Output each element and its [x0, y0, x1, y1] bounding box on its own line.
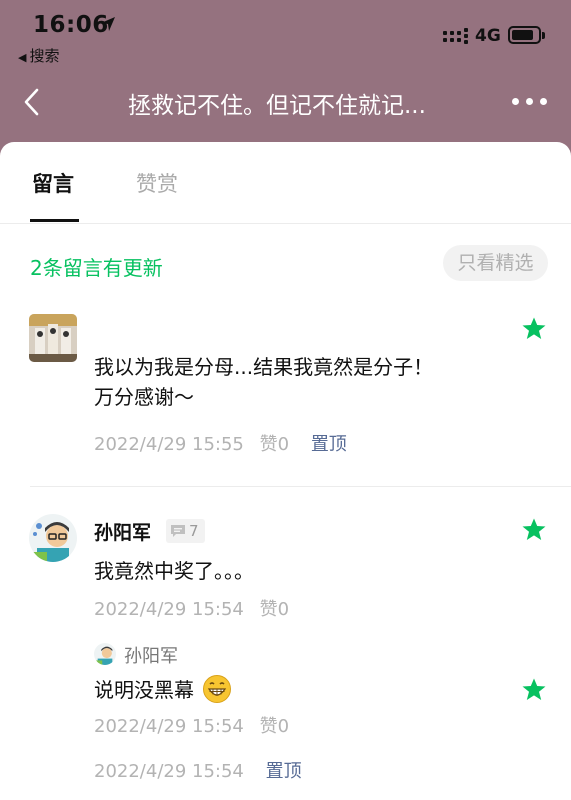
avatar-cartoon-icon	[94, 643, 116, 665]
avatar-cartoon-icon	[29, 514, 77, 562]
reply-count: 7	[189, 522, 199, 540]
comment-time: 2022/4/29 15:55	[94, 434, 244, 455]
pin-button[interactable]: 置顶	[266, 761, 302, 782]
reply-author[interactable]: 孙阳军	[124, 642, 178, 668]
location-arrow-icon	[101, 17, 115, 31]
comment-meta: 2022/4/29 15:55 赞0 置顶	[94, 430, 347, 456]
updates-link[interactable]: 2条留言有更新	[30, 252, 163, 281]
like-button[interactable]: 赞0	[260, 716, 289, 737]
pin-button[interactable]: 置顶	[311, 434, 347, 455]
tab-comments[interactable]: 留言	[32, 168, 74, 198]
featured-star-icon	[522, 317, 546, 339]
network-type: 4G	[475, 26, 501, 46]
featured-only-button[interactable]: 只看精选	[443, 245, 548, 281]
comment-time: 2022/4/29 15:54	[94, 599, 244, 620]
featured-star-icon	[522, 678, 546, 700]
reply-text-content: 说明没黑幕	[94, 678, 194, 702]
reply-time: 2022/4/29 15:54	[94, 716, 244, 737]
tab-rewards[interactable]: 赞赏	[136, 168, 178, 198]
back-to-app-link[interactable]: ◀ 搜索	[18, 45, 59, 66]
comments-sheet: 留言 赞赏 2条留言有更新 只看精选 我以为我是分母...结果我竟然是分子！ 万…	[0, 142, 571, 800]
reply-meta: 2022/4/29 15:54 赞0	[94, 712, 289, 738]
avatar[interactable]	[29, 514, 77, 562]
comment-footer-meta: 2022/4/29 15:54 置顶	[94, 757, 302, 783]
reply-text: 说明没黑幕	[94, 674, 514, 705]
more-options-icon[interactable]	[512, 98, 548, 106]
page-title: 拯救记不住。但记不住就记...	[128, 93, 426, 119]
comment-author[interactable]: 孙阳军	[94, 518, 151, 545]
comment-time: 2022/4/29 15:54	[94, 761, 244, 782]
back-chevron-icon[interactable]	[18, 84, 48, 120]
nav-bar: 拯救记不住。但记不住就记...	[0, 72, 571, 134]
comment-meta: 2022/4/29 15:54 赞0	[94, 595, 289, 621]
avatar[interactable]	[29, 314, 77, 362]
battery-icon	[508, 26, 545, 44]
like-button[interactable]: 赞0	[260, 599, 289, 620]
comment-divider	[30, 486, 571, 487]
comment-text: 我以为我是分母...结果我竟然是分子！ 万分感谢～	[94, 352, 524, 412]
grin-emoji-icon	[203, 675, 232, 703]
reply-avatar[interactable]	[94, 643, 116, 665]
tab-bar: 留言 赞赏	[0, 142, 571, 224]
like-button[interactable]: 赞0	[260, 434, 289, 455]
avatar-photo-icon	[29, 314, 77, 362]
comment-text: 我竟然中奖了。。。	[94, 559, 254, 583]
speech-bubble-icon	[171, 525, 185, 537]
status-time: 16:06	[33, 12, 109, 38]
active-tab-indicator	[30, 219, 79, 222]
comment-text-line: 我以为我是分母...结果我竟然是分子！	[94, 355, 434, 379]
comment-text-line: 万分感谢～	[94, 385, 194, 409]
status-bar: 16:06 ◀ 搜索 4G	[0, 0, 571, 72]
featured-star-icon	[522, 518, 546, 540]
cellular-signal-icon	[443, 28, 468, 44]
reply-count-badge[interactable]: 7	[166, 519, 205, 543]
back-app-label: 搜索	[29, 47, 60, 65]
back-triangle-icon: ◀	[18, 51, 27, 64]
